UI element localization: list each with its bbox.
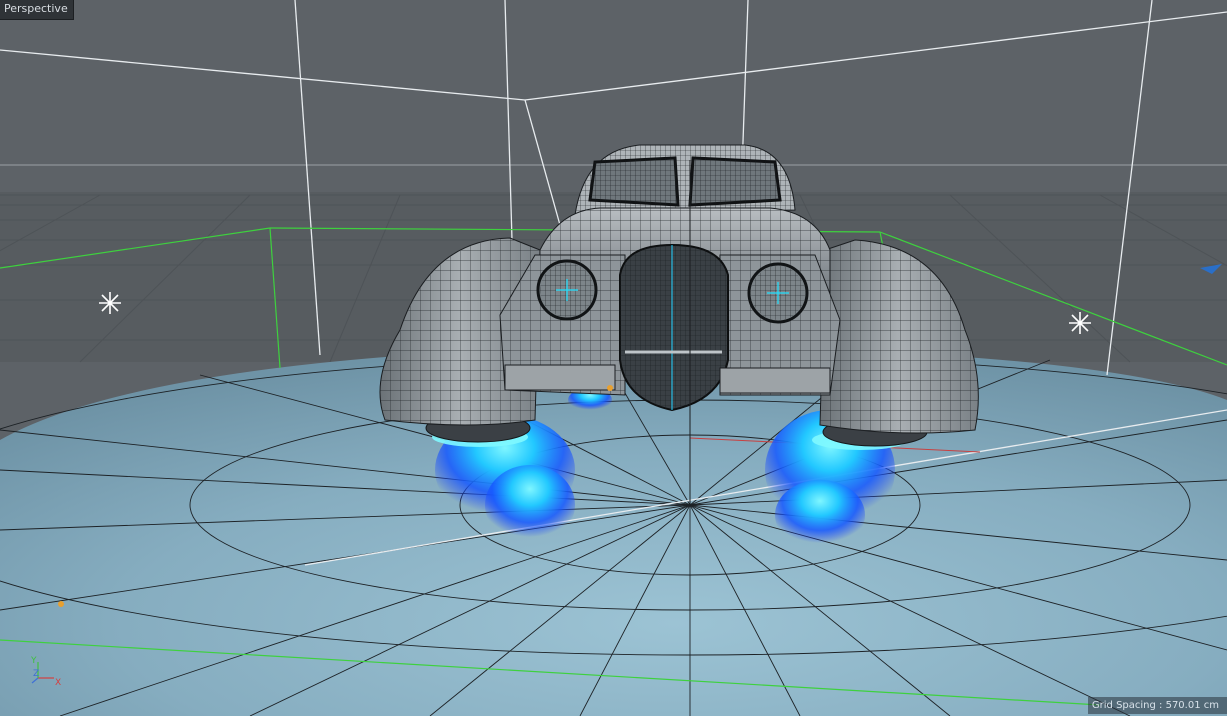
3d-viewport[interactable]: Y Z X Perspective Grid Spacing : 570.01 … <box>0 0 1227 716</box>
null-object-marker[interactable] <box>58 601 64 607</box>
bumper-right <box>719 367 831 394</box>
light-star-icon[interactable] <box>1069 312 1091 334</box>
axis-y-label: Y <box>30 656 37 666</box>
light-star-icon[interactable] <box>99 292 121 314</box>
axis-z-label: Z <box>33 669 39 679</box>
scene-canvas[interactable]: Y Z X <box>0 0 1227 716</box>
bumper-left <box>504 364 616 391</box>
view-name-label[interactable]: Perspective <box>0 0 74 20</box>
axis-x-label: X <box>55 678 61 688</box>
grid-spacing-readout: Grid Spacing : 570.01 cm <box>1087 697 1227 714</box>
